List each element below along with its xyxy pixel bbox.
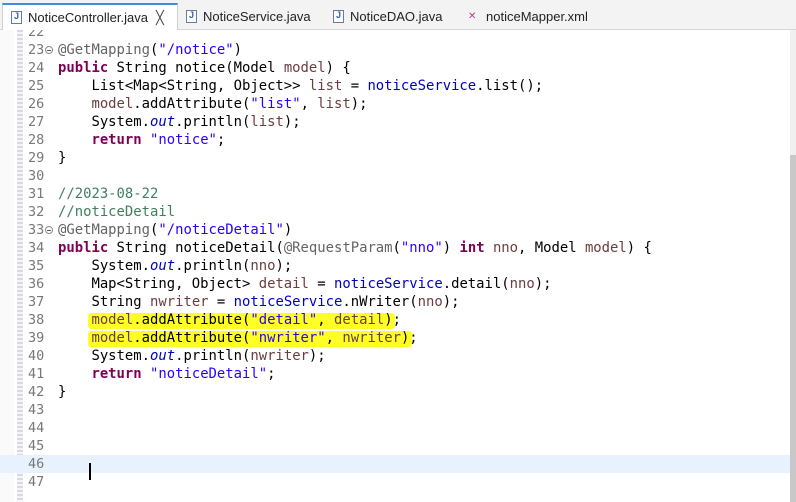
code-line[interactable]: 30	[0, 167, 790, 185]
line-number: 31	[28, 186, 45, 202]
code-text: return "noticeDetail";	[91, 366, 276, 382]
code-line[interactable]: 22	[0, 30, 790, 41]
java-file-icon	[186, 10, 197, 23]
line-number: 30	[28, 168, 45, 184]
code-line[interactable]: 35 System.out.println(nno);	[0, 257, 790, 275]
vertical-scrollbar[interactable]	[790, 30, 796, 502]
line-number: 42	[28, 384, 45, 400]
line-number: 43	[28, 402, 45, 418]
code-line[interactable]: 36 Map<String, Object> detail = noticeSe…	[0, 275, 790, 293]
code-text: public String noticeDetail(@RequestParam…	[58, 240, 652, 256]
line-number: 47	[28, 474, 45, 490]
code-line[interactable]: 39 model.addAttribute("nwriter", nwriter…	[0, 329, 790, 347]
code-line[interactable]: 43	[0, 401, 790, 419]
code-line[interactable]: 44	[0, 419, 790, 437]
code-text: @GetMapping("/notice")	[58, 42, 243, 58]
line-number: 32	[28, 204, 45, 220]
code-text: String nwriter = noticeService.nWriter(n…	[58, 294, 460, 310]
code-text: System.out.println(nwriter);	[58, 348, 326, 364]
code-line[interactable]: 41 return "noticeDetail";	[0, 365, 790, 383]
code-line[interactable]: 38 model.addAttribute("detail", detail);	[0, 311, 790, 329]
line-number: 33	[28, 222, 45, 238]
tab-notice-mapper[interactable]: ✕ noticeMapper.xml	[460, 3, 610, 30]
line-number: 34	[28, 240, 45, 256]
code-text: model.addAttribute("nwriter", nwriter);	[91, 330, 418, 346]
code-text: @GetMapping("/noticeDetail")	[58, 222, 293, 238]
java-file-icon	[333, 10, 344, 23]
line-number: 46	[28, 456, 45, 472]
java-file-icon	[11, 11, 22, 24]
line-number: 25	[28, 78, 45, 94]
code-line[interactable]: 27 System.out.println(list);	[0, 113, 790, 131]
code-line[interactable]: 40 System.out.println(nwriter);	[0, 347, 790, 365]
tab-notice-service[interactable]: NoticeService.java	[178, 3, 324, 30]
code-line[interactable]: 23 @GetMapping("/notice")	[0, 41, 790, 59]
code-line[interactable]: 34 public String noticeDetail(@RequestPar…	[0, 239, 790, 257]
tab-label: noticeMapper.xml	[486, 9, 588, 24]
code-line[interactable]: 28 return "notice";	[0, 131, 790, 149]
line-number: 39	[28, 330, 45, 346]
tab-notice-controller[interactable]: NoticeController.java ╳	[2, 3, 178, 30]
code-text: public String notice(Model model) {	[58, 60, 351, 76]
code-line[interactable]: 32 //noticeDetail	[0, 203, 790, 221]
text-cursor	[89, 463, 91, 480]
fold-toggle-icon[interactable]	[45, 46, 53, 54]
tab-notice-dao[interactable]: NoticeDAO.java	[325, 3, 457, 30]
code-text: //2023-08-22	[58, 186, 159, 202]
line-number: 37	[28, 294, 45, 310]
code-text: System.out.println(nno);	[58, 258, 293, 274]
code-line[interactable]: 37 String nwriter = noticeService.nWrite…	[0, 293, 790, 311]
code-line[interactable]: 29}	[0, 149, 790, 167]
code-line[interactable]: 26 model.addAttribute("list", list);	[0, 95, 790, 113]
code-line[interactable]: 24 public String notice(Model model) {	[0, 59, 790, 77]
code-line[interactable]: 33 @GetMapping("/noticeDetail")	[0, 221, 790, 239]
line-number: 22	[28, 30, 45, 40]
code-text: model.addAttribute("detail", detail);	[91, 312, 401, 328]
xml-file-icon: ✕	[468, 11, 477, 22]
code-line[interactable]: 25 List<Map<String, Object>> list = noti…	[0, 77, 790, 95]
scrollbar-thumb[interactable]	[790, 155, 796, 502]
code-line[interactable]: 46	[0, 455, 790, 473]
line-number: 40	[28, 348, 45, 364]
line-number: 41	[28, 366, 45, 382]
code-line[interactable]: 47	[0, 473, 790, 491]
code-text: }	[58, 150, 67, 166]
editor-tab-bar: NoticeController.java ╳ NoticeService.ja…	[0, 0, 796, 30]
line-number: 44	[28, 420, 45, 436]
line-number: 24	[28, 60, 45, 76]
code-line[interactable]: 31 //2023-08-22	[0, 185, 790, 203]
tab-label: NoticeDAO.java	[350, 9, 443, 24]
code-text: List<Map<String, Object>> list = noticeS…	[58, 78, 544, 94]
line-number: 23	[28, 42, 45, 58]
code-line[interactable]: 45	[0, 437, 790, 455]
fold-toggle-icon[interactable]	[45, 226, 53, 234]
tab-label: NoticeService.java	[203, 9, 311, 24]
line-number: 45	[28, 438, 45, 454]
tab-label: NoticeController.java	[28, 10, 148, 25]
code-text: System.out.println(list);	[58, 114, 301, 130]
code-text: return "notice";	[91, 132, 226, 148]
code-text: Map<String, Object> detail = noticeServi…	[58, 276, 552, 292]
close-icon[interactable]: ╳	[156, 10, 164, 26]
line-number: 28	[28, 132, 45, 148]
line-number: 36	[28, 276, 45, 292]
line-number: 26	[28, 96, 45, 112]
line-number: 38	[28, 312, 45, 328]
code-text: //noticeDetail	[58, 204, 176, 220]
code-text: }	[58, 384, 67, 400]
code-line[interactable]: 42}	[0, 383, 790, 401]
line-number: 27	[28, 114, 45, 130]
line-number: 29	[28, 150, 45, 166]
line-number: 35	[28, 258, 45, 274]
code-editor[interactable]: 22 23 @GetMapping("/notice") 24 public Strin…	[0, 30, 790, 502]
code-text: model.addAttribute("list", list);	[91, 96, 368, 112]
